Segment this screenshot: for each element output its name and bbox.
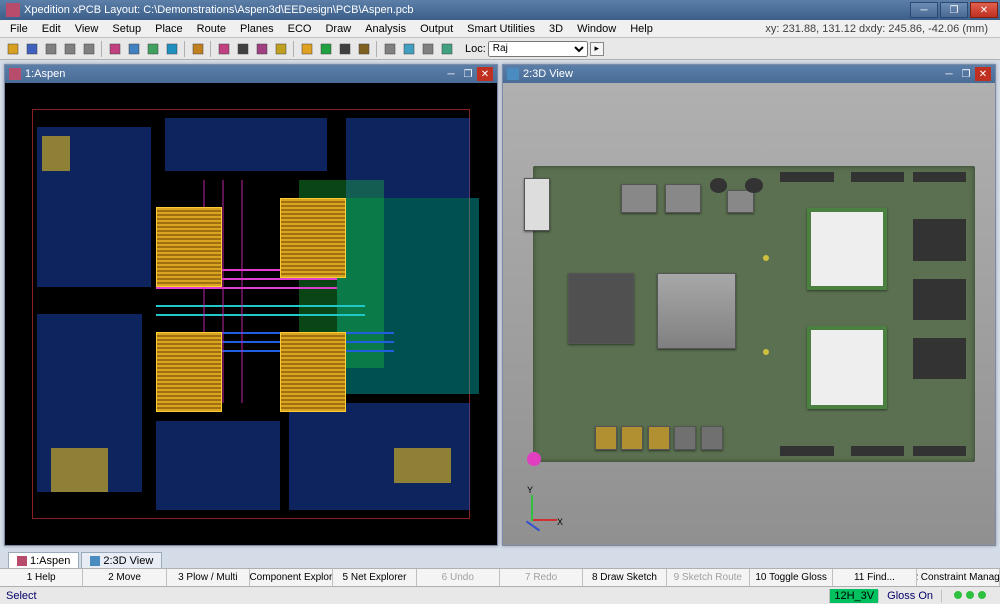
fill-icon[interactable]: [253, 40, 271, 58]
title-bar: Xpedition xPCB Layout: C:\Demonstrations…: [0, 0, 1000, 20]
pane-3d-titlebar[interactable]: 2:3D View ─ ❐ ✕: [503, 65, 995, 83]
pane-2d-close[interactable]: ✕: [477, 67, 493, 81]
tab-aspen[interactable]: 1:Aspen: [8, 552, 79, 568]
pane-3d-icon: [507, 68, 519, 80]
pane-2d: 1:Aspen ─ ❐ ✕: [4, 64, 498, 546]
function-key-bar: 1 Help2 Move3 Plow / Multi4 Component Ex…: [0, 568, 1000, 586]
display-icon[interactable]: [215, 40, 233, 58]
layer-icon[interactable]: [144, 40, 162, 58]
fn-toggle-gloss[interactable]: 10 Toggle Gloss: [750, 569, 833, 586]
net-icon[interactable]: [355, 40, 373, 58]
drc-icon[interactable]: [272, 40, 290, 58]
menu-bar: FileEditViewSetupPlaceRoutePlanesECODraw…: [0, 20, 1000, 38]
show-icon[interactable]: [381, 40, 399, 58]
status-gloss: Gloss On: [878, 590, 941, 602]
menu-file[interactable]: File: [4, 22, 34, 36]
menu-eco[interactable]: ECO: [282, 22, 318, 36]
coordinates-readout: xy: 231.88, 131.12 dxdy: 245.86, -42.06 …: [765, 23, 996, 35]
pane-2d-title: 1:Aspen: [25, 68, 442, 80]
workspace: 1:Aspen ─ ❐ ✕: [0, 60, 1000, 550]
loc-select[interactable]: Raj: [488, 41, 588, 57]
pane-2d-titlebar[interactable]: 1:Aspen ─ ❐ ✕: [5, 65, 497, 83]
minimize-button[interactable]: ─: [910, 2, 938, 18]
3d-icon[interactable]: [400, 40, 418, 58]
fn-help[interactable]: 1 Help: [0, 569, 83, 586]
fn-plow-multi[interactable]: 3 Plow / Multi: [167, 569, 250, 586]
copy-icon[interactable]: [61, 40, 79, 58]
pane-3d-maximize[interactable]: ❐: [958, 67, 974, 81]
fn-find-[interactable]: 11 Find...: [833, 569, 916, 586]
menu-route[interactable]: Route: [191, 22, 232, 36]
menu-place[interactable]: Place: [149, 22, 189, 36]
menu-view[interactable]: View: [69, 22, 105, 36]
menu-smart-utilities[interactable]: Smart Utilities: [461, 22, 541, 36]
fn-undo: 6 Undo: [417, 569, 500, 586]
loc-label: Loc:: [465, 43, 486, 55]
pane-3d-close[interactable]: ✕: [975, 67, 991, 81]
fn-move[interactable]: 2 Move: [83, 569, 166, 586]
tab-3d-view[interactable]: 2:3D View: [81, 552, 162, 568]
fn-constraint-manager[interactable]: 12 Constraint Manager: [917, 569, 1000, 586]
app-icon: [6, 3, 20, 17]
view-tabs: 1:Aspen 2:3D View: [0, 550, 1000, 568]
menu-edit[interactable]: Edit: [36, 22, 67, 36]
snap-icon[interactable]: [106, 40, 124, 58]
pcb-2d-canvas[interactable]: [5, 83, 497, 545]
menu-window[interactable]: Window: [571, 22, 622, 36]
pane-2d-maximize[interactable]: ❐: [460, 67, 476, 81]
pane-2d-icon: [9, 68, 21, 80]
toolbar: Loc: Raj ▸: [0, 38, 1000, 60]
maximize-button[interactable]: ❐: [940, 2, 968, 18]
cut-icon[interactable]: [42, 40, 60, 58]
loc-go-button[interactable]: ▸: [590, 42, 604, 56]
mask-icon[interactable]: [234, 40, 252, 58]
via-icon[interactable]: [336, 40, 354, 58]
open-icon[interactable]: [4, 40, 22, 58]
window-title: Xpedition xPCB Layout: C:\Demonstrations…: [24, 4, 910, 16]
pane-3d-title: 2:3D View: [523, 68, 940, 80]
view-icon[interactable]: [163, 40, 181, 58]
tree-icon[interactable]: [438, 40, 456, 58]
report-icon[interactable]: [419, 40, 437, 58]
status-mode: Select: [6, 590, 37, 602]
save-icon[interactable]: [23, 40, 41, 58]
axis-gizmo[interactable]: XY: [513, 487, 561, 535]
place-icon[interactable]: [298, 40, 316, 58]
menu-draw[interactable]: Draw: [319, 22, 357, 36]
menu-analysis[interactable]: Analysis: [359, 22, 412, 36]
menu-output[interactable]: Output: [414, 22, 459, 36]
measure-icon[interactable]: [189, 40, 207, 58]
pane-2d-minimize[interactable]: ─: [443, 67, 459, 81]
route-icon[interactable]: [317, 40, 335, 58]
fn-component-explorer[interactable]: 4 Component Explorer: [250, 569, 333, 586]
fn-sketch-route: 9 Sketch Route: [667, 569, 750, 586]
pcb-3d-canvas[interactable]: XY: [503, 83, 995, 545]
paste-icon[interactable]: [80, 40, 98, 58]
status-layer[interactable]: 12H_3V: [829, 589, 878, 603]
menu-setup[interactable]: Setup: [106, 22, 147, 36]
close-button[interactable]: ✕: [970, 2, 998, 18]
pane-3d-minimize[interactable]: ─: [941, 67, 957, 81]
status-bar: Select 12H_3V Gloss On: [0, 586, 1000, 604]
pane-3d: 2:3D View ─ ❐ ✕: [502, 64, 996, 546]
fn-draw-sketch[interactable]: 8 Draw Sketch: [583, 569, 666, 586]
menu-help[interactable]: Help: [624, 22, 659, 36]
fn-net-explorer[interactable]: 5 Net Explorer: [333, 569, 416, 586]
fn-redo: 7 Redo: [500, 569, 583, 586]
status-leds: [941, 590, 994, 602]
menu-3d[interactable]: 3D: [543, 22, 569, 36]
menu-planes[interactable]: Planes: [234, 22, 280, 36]
grid-icon[interactable]: [125, 40, 143, 58]
